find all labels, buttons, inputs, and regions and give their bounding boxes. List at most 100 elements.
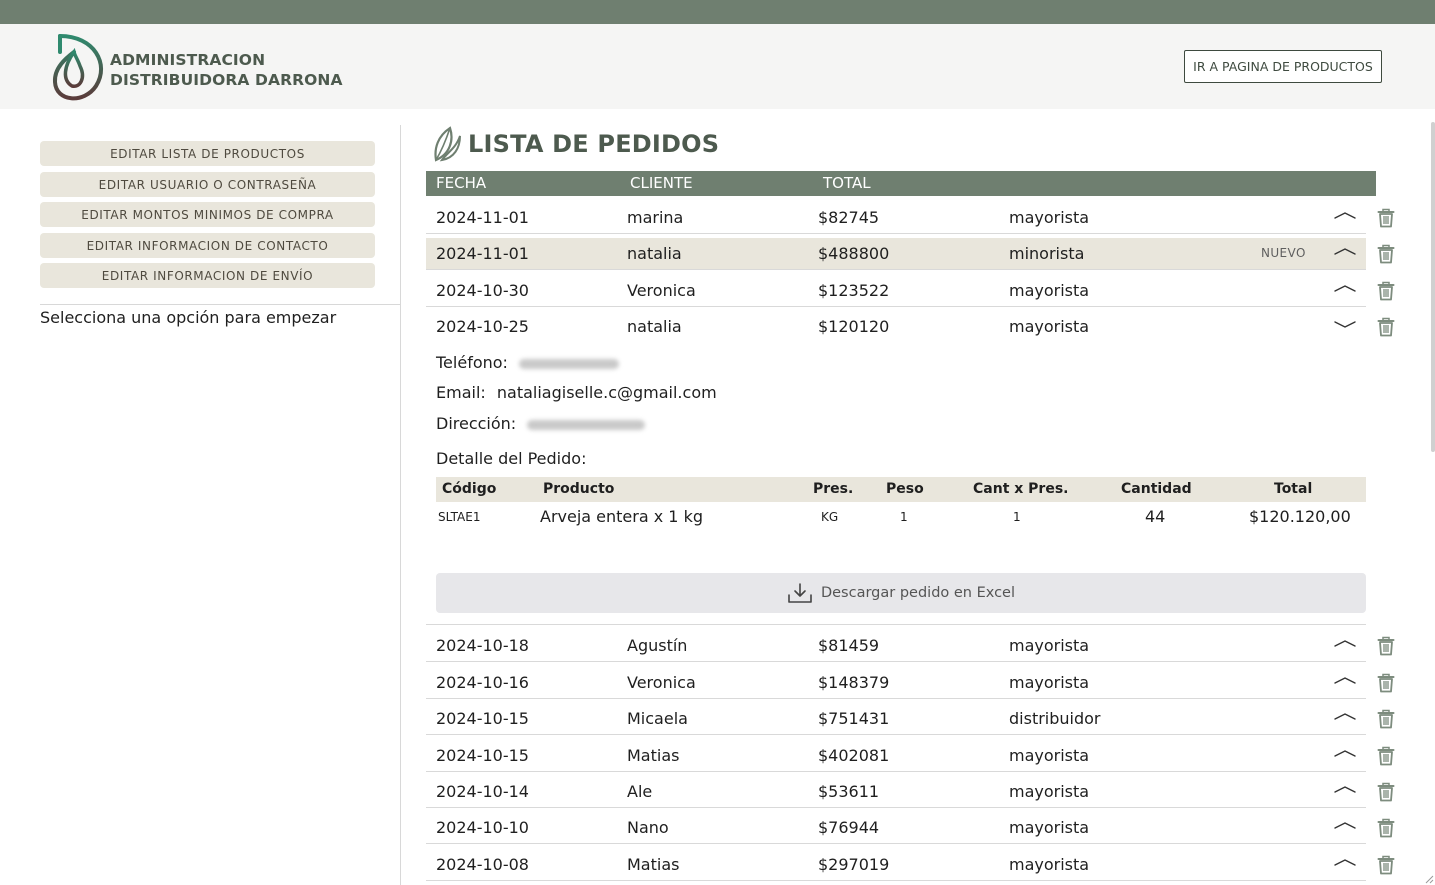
chevron-up-icon[interactable] <box>1334 784 1356 796</box>
menu-edit-products-button[interactable]: EDITAR LISTA DE PRODUCTOS <box>40 141 375 166</box>
order-total: $488800 <box>818 244 890 263</box>
order-date: 2024-10-25 <box>436 317 529 336</box>
order-type: minorista <box>1009 244 1085 263</box>
brand-line-1: ADMINISTRACION <box>110 51 266 69</box>
menu-edit-minimums-button[interactable]: EDITAR MONTOS MINIMOS DE COMPRA <box>40 202 375 227</box>
order-total: $81459 <box>818 636 880 655</box>
order-total: $120120 <box>818 317 890 336</box>
order-total: $53611 <box>818 782 880 801</box>
order-date: 2024-11-01 <box>436 244 529 263</box>
order-client: Nano <box>627 818 669 837</box>
order-client: Ale <box>627 782 653 801</box>
detail-cell-cant-x-pres: 1 <box>1013 510 1021 524</box>
detail-table-row: SLTAE1 Arveja entera x 1 kg KG 1 1 44 $1… <box>436 503 1366 531</box>
order-row[interactable]: 2024-10-10 Nano $76944 mayorista <box>426 812 1395 844</box>
order-type: mayorista <box>1009 636 1090 655</box>
trash-icon[interactable] <box>1377 818 1395 838</box>
download-excel-label: Descargar pedido en Excel <box>820 585 1016 601</box>
detail-header-cant-x-pres: Cant x Pres. <box>973 481 1069 497</box>
order-row[interactable]: 2024-10-14 Ale $53611 mayorista <box>426 776 1395 808</box>
order-type: mayorista <box>1009 746 1090 765</box>
detail-cell-total: $120.120,00 <box>1249 507 1351 526</box>
detail-table-header: Código Producto Pres. Peso Cant x Pres. … <box>436 477 1366 502</box>
order-total: $751431 <box>818 709 890 728</box>
menu-edit-user-button[interactable]: EDITAR USUARIO O CONTRASEÑA <box>40 172 375 197</box>
column-header-cliente: CLIENTE <box>630 174 693 192</box>
order-date: 2024-10-08 <box>436 855 529 874</box>
trash-icon[interactable] <box>1377 673 1395 693</box>
trash-icon[interactable] <box>1377 208 1395 228</box>
chevron-up-icon[interactable] <box>1334 675 1356 687</box>
trash-icon[interactable] <box>1377 317 1395 337</box>
order-row[interactable]: 2024-10-08 Matias $297019 mayorista <box>426 849 1395 881</box>
resize-handle-icon[interactable] <box>1424 874 1434 884</box>
order-row[interactable]: 2024-10-15 Matias $402081 mayorista <box>426 740 1395 772</box>
column-header-total: TOTAL <box>823 174 871 192</box>
chevron-up-icon[interactable] <box>1334 820 1356 832</box>
order-total: $402081 <box>818 746 890 765</box>
chevron-up-icon[interactable] <box>1334 638 1356 650</box>
chevron-up-icon[interactable] <box>1334 210 1356 222</box>
order-client: Matias <box>627 855 680 874</box>
order-row[interactable]: 2024-10-25 natalia $120120 mayorista <box>426 311 1395 343</box>
chevron-up-icon[interactable] <box>1334 711 1356 723</box>
new-badge: NUEVO <box>1261 246 1306 260</box>
brand-title: ADMINISTRACION DISTRIBUIDORA DARRONA <box>110 50 343 90</box>
detail-cell-codigo: SLTAE1 <box>438 510 481 524</box>
go-to-products-button[interactable]: IR A PAGINA DE PRODUCTOS <box>1184 50 1382 83</box>
order-type: distribuidor <box>1009 709 1101 728</box>
order-date: 2024-10-16 <box>436 673 529 692</box>
order-type: mayorista <box>1009 317 1090 336</box>
order-date: 2024-10-30 <box>436 281 529 300</box>
detail-bottom-divider <box>426 624 1366 625</box>
chevron-up-icon[interactable] <box>1334 857 1356 869</box>
sidebar-divider <box>40 304 400 305</box>
order-row[interactable]: 2024-11-01 natalia $488800 minorista NUEVO <box>426 238 1395 270</box>
detail-cell-cantidad: 44 <box>1145 507 1166 526</box>
detail-header-cantidad: Cantidad <box>1121 481 1192 497</box>
detail-cell-peso: 1 <box>900 510 908 524</box>
order-client: marina <box>627 208 684 227</box>
chevron-down-icon[interactable] <box>1334 319 1356 331</box>
order-type: mayorista <box>1009 208 1090 227</box>
order-date: 2024-11-01 <box>436 208 529 227</box>
trash-icon[interactable] <box>1377 244 1395 264</box>
order-type: mayorista <box>1009 818 1090 837</box>
chevron-up-icon[interactable] <box>1334 748 1356 760</box>
order-row[interactable]: 2024-10-15 Micaela $751431 distribuidor <box>426 703 1395 735</box>
menu-edit-contact-button[interactable]: EDITAR INFORMACION DE CONTACTO <box>40 233 375 258</box>
order-row[interactable]: 2024-11-01 marina $82745 mayorista <box>426 202 1395 234</box>
order-total: $123522 <box>818 281 890 300</box>
trash-icon[interactable] <box>1377 281 1395 301</box>
detail-cell-producto: Arveja entera x 1 kg <box>540 507 703 526</box>
order-date: 2024-10-15 <box>436 709 529 728</box>
chevron-up-icon[interactable] <box>1334 246 1356 258</box>
order-total: $297019 <box>818 855 890 874</box>
top-bar <box>0 0 1435 24</box>
trash-icon[interactable] <box>1377 746 1395 766</box>
trash-icon[interactable] <box>1377 782 1395 802</box>
page-scrollbar[interactable] <box>1431 122 1435 452</box>
trash-icon[interactable] <box>1377 709 1395 729</box>
order-client: Veronica <box>627 673 696 692</box>
trash-icon[interactable] <box>1377 855 1395 875</box>
order-row[interactable]: 2024-10-30 Veronica $123522 mayorista <box>426 275 1395 307</box>
page-title: LISTA DE PEDIDOS <box>468 130 720 158</box>
order-client: Micaela <box>627 709 688 728</box>
download-excel-button[interactable]: Descargar pedido en Excel <box>436 573 1366 613</box>
order-client: Veronica <box>627 281 696 300</box>
order-row[interactable]: 2024-10-16 Veronica $148379 mayorista <box>426 667 1395 699</box>
order-total: $76944 <box>818 818 880 837</box>
order-total: $148379 <box>818 673 890 692</box>
sidebar-hint: Selecciona una opción para empezar <box>40 308 337 327</box>
download-icon <box>788 583 812 603</box>
order-client: natalia <box>627 317 682 336</box>
chevron-up-icon[interactable] <box>1334 283 1356 295</box>
logo-icon <box>52 34 103 101</box>
order-date: 2024-10-18 <box>436 636 529 655</box>
phone-value-redacted <box>519 358 620 369</box>
order-date: 2024-10-14 <box>436 782 529 801</box>
menu-edit-shipping-button[interactable]: EDITAR INFORMACION DE ENVÍO <box>40 263 375 288</box>
order-row[interactable]: 2024-10-18 Agustín $81459 mayorista <box>426 630 1395 662</box>
trash-icon[interactable] <box>1377 636 1395 656</box>
